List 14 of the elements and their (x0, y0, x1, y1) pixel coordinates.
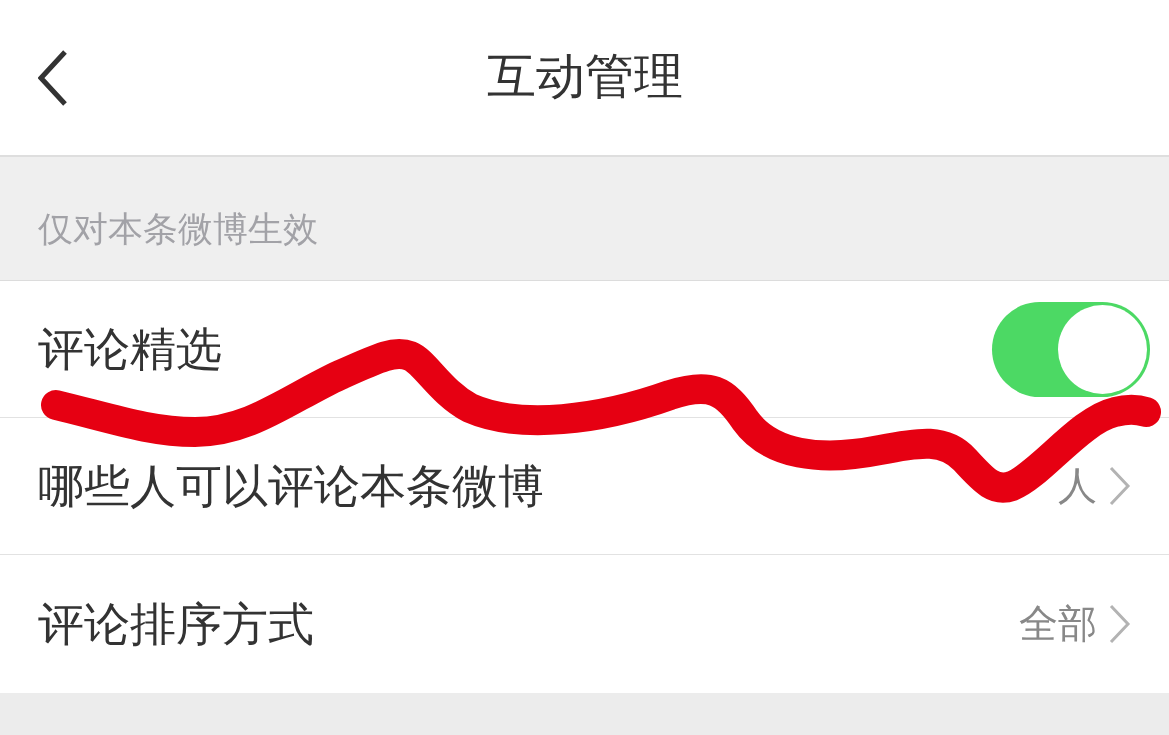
chevron-left-icon (38, 49, 68, 106)
settings-row[interactable]: 评论排序方式 全部 (0, 555, 1169, 693)
row-value: 人 (1058, 465, 1097, 507)
page-title: 互动管理 (486, 48, 683, 107)
chevron-right-icon (1109, 604, 1131, 644)
row-label: 评论排序方式 (38, 598, 314, 650)
row-label: 评论精选 (38, 323, 222, 375)
back-button[interactable] (38, 49, 68, 106)
row-label: 哪些人可以评论本条微博 (38, 460, 544, 512)
row-value: 全部 (1019, 603, 1097, 645)
chevron-right-icon (1109, 466, 1131, 506)
settings-row[interactable]: 评论精选 (0, 281, 1169, 418)
section-header: 仅对本条微博生效 (38, 210, 318, 249)
settings-row[interactable]: 哪些人可以评论本条微博 人 (0, 418, 1169, 555)
